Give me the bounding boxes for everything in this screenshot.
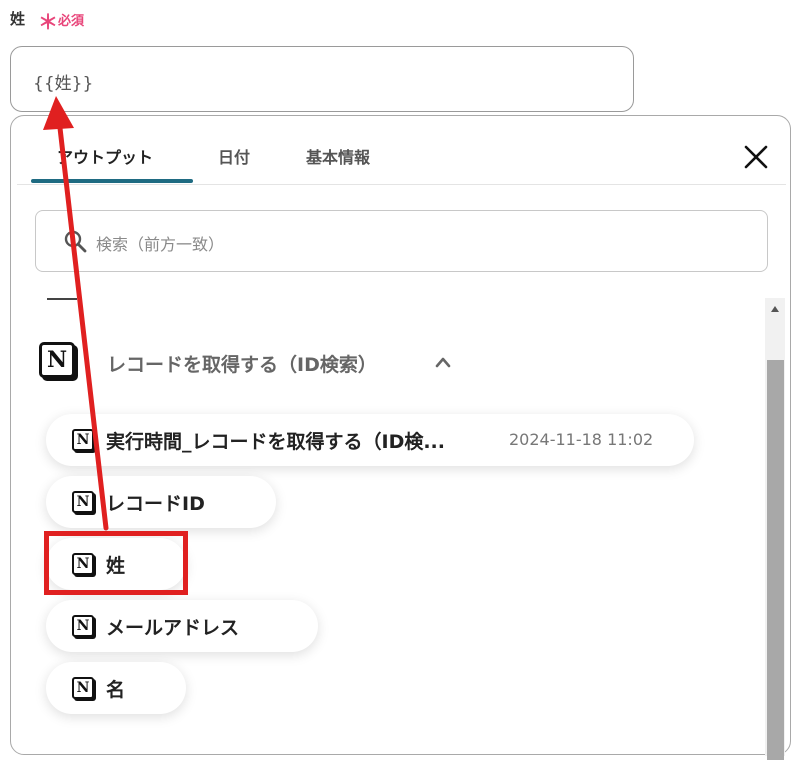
chevron-up-icon[interactable] xyxy=(435,354,451,370)
notion-icon: N xyxy=(72,615,94,637)
section-title: レコードを取得する（ID検索） xyxy=(107,354,377,376)
required-asterisk: ＊ xyxy=(38,10,58,34)
list-item-email[interactable]: N メールアドレス xyxy=(46,600,318,652)
tab-output[interactable]: アウトプット xyxy=(57,144,153,168)
active-tab-indicator xyxy=(31,179,193,183)
item-label: メールアドレス xyxy=(106,617,240,639)
section-header-get-record[interactable]: N レコードを取得する（ID検索） xyxy=(39,338,479,382)
list-item-first-name[interactable]: N 名 xyxy=(46,662,186,714)
item-label: 実行時間_レコードを取得する（ID検... xyxy=(106,431,445,453)
scrollbar-thumb[interactable] xyxy=(767,360,784,760)
search-icon xyxy=(64,230,87,253)
search-input[interactable]: 検索（前方一致） xyxy=(96,231,224,255)
divider-stub xyxy=(47,298,77,300)
item-value: 2024-11-18 11:02 xyxy=(509,430,654,449)
tabs-divider xyxy=(17,184,786,185)
annotation-highlight-box xyxy=(44,531,188,595)
list-item-record-id[interactable]: N レコードID xyxy=(46,476,276,528)
item-label: レコードID xyxy=(106,493,205,515)
close-icon[interactable] xyxy=(739,140,773,174)
notion-icon: N xyxy=(72,491,94,513)
required-label: 必須 xyxy=(58,14,85,29)
last-name-input[interactable]: {{姓}} xyxy=(10,46,634,112)
notion-icon: N xyxy=(39,342,75,378)
field-label: 姓 xyxy=(10,10,26,28)
tab-date[interactable]: 日付 xyxy=(218,144,250,168)
search-field[interactable]: 検索（前方一致） xyxy=(35,210,768,272)
list-item-run-time[interactable]: N 実行時間_レコードを取得する（ID検... 2024-11-18 11:02 xyxy=(46,414,694,466)
tab-basic-info[interactable]: 基本情報 xyxy=(306,144,370,168)
output-picker-panel: アウトプット 日付 基本情報 検索（前方一致） N レコードを取得する（ID検索… xyxy=(10,115,791,760)
scroll-up-arrow-icon[interactable] xyxy=(771,306,779,312)
item-label: 名 xyxy=(106,679,126,701)
notion-icon: N xyxy=(72,429,94,451)
notion-icon: N xyxy=(72,677,94,699)
